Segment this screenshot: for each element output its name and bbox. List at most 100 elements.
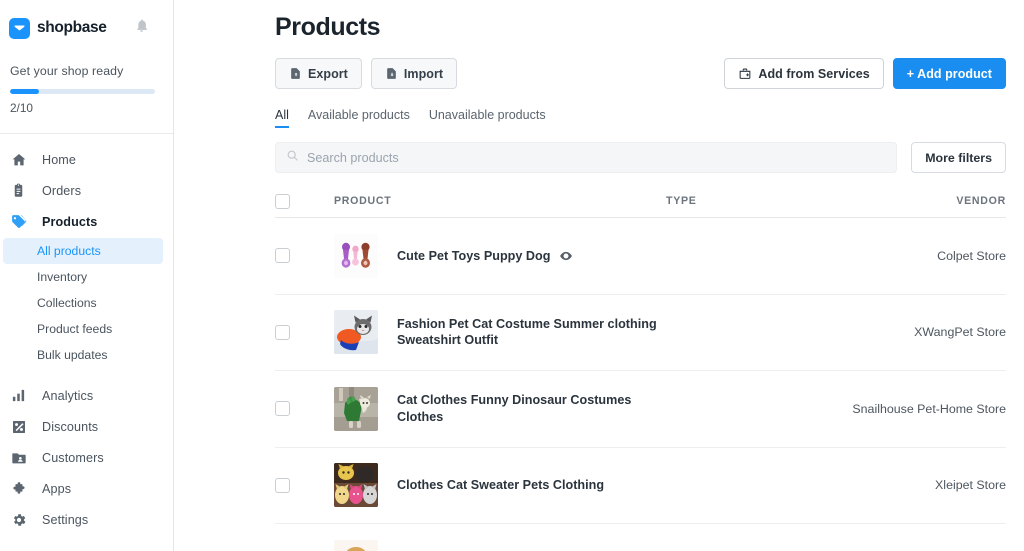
sidebar-item-products[interactable]: Products — [0, 206, 173, 237]
sidebar-item-customers[interactable]: Customers — [0, 442, 173, 473]
product-cell: Fashion Pet Cat Costume Summer clothing … — [334, 310, 666, 355]
home-icon — [9, 150, 28, 169]
puzzle-icon — [9, 479, 28, 498]
product-name-wrap: Cat Clothes Funny Dinosaur Costumes Clot… — [397, 392, 666, 425]
sidebar-subitem-bulk-updates[interactable]: Bulk updates — [3, 342, 163, 368]
search-box[interactable] — [275, 142, 898, 173]
export-file-icon — [289, 67, 302, 80]
sidebar-item-analytics[interactable]: Analytics — [0, 380, 173, 411]
product-name: Fashion Pet Cat Costume Summer clothing … — [397, 316, 657, 348]
gear-icon — [9, 510, 28, 529]
sidebar-nav: Home Orders Products All products Invent… — [0, 134, 173, 535]
dinosaur-costume-thumb — [334, 386, 378, 431]
main-content: Products Export Import Add from Services… — [174, 0, 1024, 551]
table-row[interactable]: Clothes Cat Sweater Pets Clothing Xleipe… — [275, 448, 1006, 524]
select-all-checkbox[interactable] — [275, 193, 290, 209]
column-header-product: PRODUCT — [334, 195, 392, 207]
sidebar-item-label: Home — [42, 152, 76, 167]
main-inner: Products Export Import Add from Services… — [174, 0, 1024, 551]
brand-row: shopbase — [0, 0, 173, 42]
product-vendor: Colpet Store — [937, 248, 1006, 263]
cat-sweater-thumb — [334, 463, 378, 508]
partial-product-thumb — [334, 539, 378, 551]
sidebar-subitem-all-products[interactable]: All products — [3, 238, 163, 264]
subnav-label: Inventory — [37, 270, 88, 284]
shopbase-logo-icon — [9, 17, 30, 39]
column-header-vendor: VENDOR — [956, 195, 1006, 207]
products-subnav: All products Inventory Collections Produ… — [0, 237, 173, 368]
sidebar-item-discounts[interactable]: Discounts — [0, 411, 173, 442]
sidebar-item-settings[interactable]: Settings — [0, 504, 173, 535]
subnav-label: All products — [37, 244, 101, 258]
sidebar-item-label: Products — [42, 214, 98, 229]
sidebar-item-label: Orders — [42, 183, 82, 198]
add-product-button[interactable]: + Add product — [892, 58, 1006, 89]
sidebar-subitem-inventory[interactable]: Inventory — [3, 264, 163, 290]
table-row[interactable] — [275, 524, 1006, 551]
customers-icon — [9, 448, 28, 467]
row-checkbox[interactable] — [275, 324, 290, 340]
row-select-cell — [275, 401, 334, 417]
table-row[interactable]: Cat Clothes Funny Dinosaur Costumes Clot… — [275, 371, 1006, 448]
table-row[interactable]: Fashion Pet Cat Costume Summer clothing … — [275, 295, 1006, 371]
tab-unavailable-products[interactable]: Unavailable products — [429, 108, 546, 128]
subnav-label: Product feeds — [37, 322, 113, 336]
row-checkbox[interactable] — [275, 401, 290, 417]
bell-icon[interactable] — [134, 18, 149, 38]
add-product-label: + Add product — [906, 66, 992, 81]
onboarding-progress-count: 2/10 — [10, 101, 33, 115]
product-cell — [334, 539, 666, 551]
eye-icon[interactable] — [559, 249, 573, 263]
discount-icon — [9, 417, 28, 436]
tab-label: Available products — [307, 108, 410, 122]
search-input[interactable] — [307, 150, 887, 165]
product-name: Cat Clothes Funny Dinosaur Costumes Clot… — [397, 393, 632, 424]
onboarding-section: Get your shop ready 2/10 — [0, 42, 173, 115]
tab-all[interactable]: All — [275, 108, 289, 128]
app-root: shopbase Get your shop ready 2/10 Home O… — [0, 0, 1024, 551]
export-label: Export — [308, 66, 348, 81]
import-button[interactable]: Import — [370, 58, 458, 89]
row-select-cell — [275, 477, 334, 493]
export-button[interactable]: Export — [275, 58, 362, 89]
product-name: Clothes Cat Sweater Pets Clothing — [397, 478, 605, 492]
product-name: Cute Pet Toys Puppy Dog — [397, 248, 551, 263]
page-actions-row: Export Import Add from Services + Add pr… — [275, 58, 1024, 89]
brand-name: shopbase — [37, 19, 107, 36]
product-vendor: Snailhouse Pet-Home Store — [852, 401, 1006, 416]
tab-label: All — [275, 108, 289, 122]
clipboard-icon — [9, 181, 28, 200]
product-vendor: XWangPet Store — [914, 325, 1006, 340]
pet-toys-thumb — [334, 233, 378, 278]
sidebar-item-apps[interactable]: Apps — [0, 473, 173, 504]
sidebar-item-home[interactable]: Home — [0, 144, 173, 175]
row-checkbox[interactable] — [275, 248, 290, 264]
add-from-services-button[interactable]: Add from Services — [724, 58, 884, 89]
onboarding-title: Get your shop ready — [10, 64, 124, 78]
sidebar-subitem-product-feeds[interactable]: Product feeds — [3, 316, 163, 342]
briefcase-plus-icon — [738, 67, 752, 81]
sidebar-item-orders[interactable]: Orders — [0, 175, 173, 206]
import-label: Import — [403, 66, 444, 81]
product-vendor: Xleipet Store — [935, 478, 1006, 493]
products-table: PRODUCT TYPE VENDOR Cute Pet Toys Puppy … — [275, 185, 1024, 551]
add-from-services-label: Add from Services — [758, 66, 870, 81]
sidebar: shopbase Get your shop ready 2/10 Home O… — [0, 0, 174, 551]
subnav-label: Collections — [37, 296, 97, 310]
table-row[interactable]: Cute Pet Toys Puppy Dog Colpet Store — [275, 218, 1006, 295]
product-name-wrap: Cute Pet Toys Puppy Dog — [397, 248, 573, 265]
row-checkbox[interactable] — [275, 477, 290, 493]
tab-available-products[interactable]: Available products — [308, 108, 410, 128]
page-title: Products — [275, 13, 381, 41]
search-icon — [286, 149, 299, 167]
bar-chart-icon — [9, 386, 28, 405]
tab-label: Unavailable products — [428, 108, 546, 122]
subnav-label: Bulk updates — [37, 348, 108, 362]
cat-costume-thumb — [334, 310, 378, 355]
column-header-type: TYPE — [666, 195, 697, 207]
product-name-wrap: Clothes Cat Sweater Pets Clothing — [397, 477, 604, 494]
row-select-cell — [275, 324, 334, 340]
more-filters-button[interactable]: More filters — [911, 142, 1006, 173]
sidebar-subitem-collections[interactable]: Collections — [3, 290, 163, 316]
